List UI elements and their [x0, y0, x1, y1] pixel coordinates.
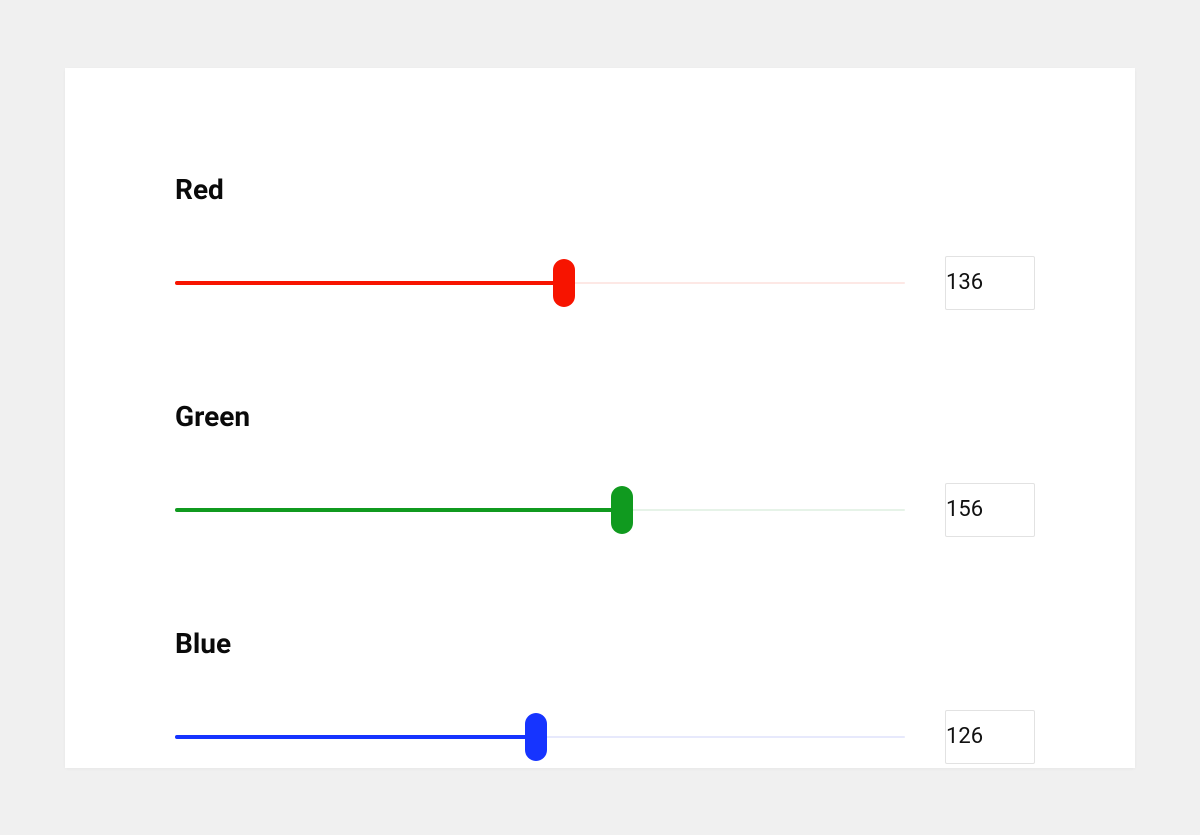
slider-row-blue	[175, 710, 1035, 764]
slider-track-fill	[175, 281, 564, 285]
slider-group-blue: Blue	[175, 627, 1035, 764]
slider-row-green	[175, 483, 1035, 537]
slider-track-fill	[175, 508, 622, 512]
value-input-blue[interactable]	[945, 710, 1035, 764]
slider-thumb[interactable]	[525, 713, 547, 761]
slider-group-green: Green	[175, 400, 1035, 537]
slider-row-red	[175, 256, 1035, 310]
slider-label-green: Green	[175, 400, 1035, 433]
slider-thumb[interactable]	[553, 259, 575, 307]
value-input-red[interactable]	[945, 256, 1035, 310]
slider-track-fill	[175, 735, 536, 739]
slider-label-blue: Blue	[175, 627, 1035, 660]
slider-group-red: Red	[175, 173, 1035, 310]
value-input-green[interactable]	[945, 483, 1035, 537]
slider-green[interactable]	[175, 486, 905, 534]
slider-red[interactable]	[175, 259, 905, 307]
slider-thumb[interactable]	[611, 486, 633, 534]
slider-blue[interactable]	[175, 713, 905, 761]
color-sliders-card: Red Green Blue	[65, 68, 1135, 768]
slider-label-red: Red	[175, 173, 1035, 206]
